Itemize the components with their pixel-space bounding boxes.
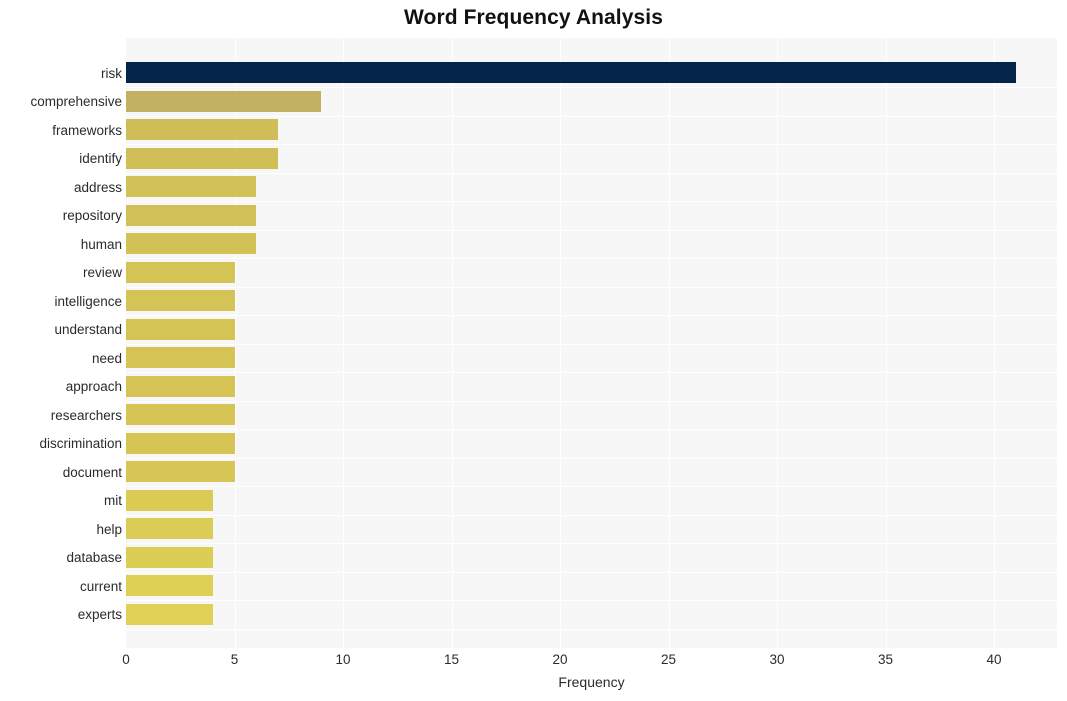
bar-repository[interactable] — [126, 205, 256, 226]
y-axis-label-researchers: researchers — [50, 408, 122, 423]
y-axis-label-human: human — [80, 237, 122, 252]
y-axis-label-need: need — [91, 351, 122, 366]
bar-need[interactable] — [126, 347, 235, 368]
x-tick-label-35: 35 — [878, 652, 894, 667]
bar-review[interactable] — [126, 262, 235, 283]
y-axis-label-document: document — [62, 465, 122, 480]
x-tick-label-20: 20 — [552, 652, 568, 667]
bar-human[interactable] — [126, 233, 256, 254]
bar-help[interactable] — [126, 518, 213, 539]
bar-approach[interactable] — [126, 376, 235, 397]
word-frequency-bar-chart: Word Frequency Analysis risk comprehensiv… — [0, 0, 1067, 701]
bar-understand[interactable] — [126, 319, 235, 340]
gridline-x-40 — [994, 38, 996, 648]
gridline-row-separator — [126, 230, 1057, 231]
y-axis-label-risk: risk — [101, 66, 122, 81]
y-axis-label-help: help — [96, 522, 122, 537]
gridline-row-separator — [126, 543, 1057, 544]
y-axis-label-frameworks: frameworks — [52, 123, 122, 138]
y-axis-label-discrimination: discrimination — [39, 436, 122, 451]
bar-intelligence[interactable] — [126, 290, 235, 311]
gridline-row-separator — [126, 258, 1057, 259]
gridline-row-separator — [126, 629, 1057, 630]
y-axis-label-experts: experts — [77, 607, 122, 622]
chart-title: Word Frequency Analysis — [403, 6, 664, 29]
gridline-row-separator — [126, 600, 1057, 601]
bar-address[interactable] — [126, 176, 256, 197]
bar-comprehensive[interactable] — [126, 91, 321, 112]
gridline-row-separator — [126, 401, 1057, 402]
gridline-x-30 — [777, 38, 779, 648]
y-axis-label-repository: repository — [62, 208, 122, 223]
gridline-row-separator — [126, 429, 1057, 430]
y-axis-label-address: address — [73, 180, 122, 195]
gridline-x-35 — [885, 38, 887, 648]
gridline-x-20 — [560, 38, 562, 648]
x-tick-label-25: 25 — [661, 652, 677, 667]
gridline-row-separator — [126, 201, 1057, 202]
gridline-row-separator — [126, 116, 1057, 117]
bar-experts[interactable] — [126, 604, 213, 625]
bar-current[interactable] — [126, 575, 213, 596]
bar-discrimination[interactable] — [126, 433, 235, 454]
gridline-row-separator — [126, 458, 1057, 459]
y-axis-label-review: review — [82, 265, 122, 280]
gridline-x-25 — [668, 38, 670, 648]
bar-document[interactable] — [126, 461, 235, 482]
gridline-row-separator — [126, 144, 1057, 145]
bar-database[interactable] — [126, 547, 213, 568]
gridline-row-separator — [126, 515, 1057, 516]
gridline-row-separator — [126, 486, 1057, 487]
gridline-row-separator — [126, 173, 1057, 174]
gridline-x-10 — [343, 38, 345, 648]
x-tick-label-30: 30 — [769, 652, 785, 667]
x-tick-label-40: 40 — [986, 652, 1002, 667]
x-axis-tick-labels: 0 5 10 15 20 25 30 35 40 — [122, 652, 1057, 674]
x-tick-label-15: 15 — [444, 652, 460, 667]
bar-researchers[interactable] — [126, 404, 235, 425]
y-axis-label-intelligence: intelligence — [54, 294, 122, 309]
y-axis-category-labels: risk comprehensive frameworks identify addre… — [0, 38, 122, 648]
x-axis-title: Frequency — [558, 674, 625, 690]
gridline-row-separator — [126, 287, 1057, 288]
plot-area — [126, 38, 1057, 648]
gridline-row-separator — [126, 572, 1057, 573]
bar-risk[interactable] — [126, 62, 1016, 83]
bar-mit[interactable] — [126, 490, 213, 511]
gridline-row-separator — [126, 344, 1057, 345]
bar-identify[interactable] — [126, 148, 278, 169]
y-axis-label-identify: identify — [79, 151, 122, 166]
y-axis-label-understand: understand — [54, 322, 122, 337]
x-tick-label-10: 10 — [335, 652, 351, 667]
y-axis-label-database: database — [66, 550, 122, 565]
gridline-row-separator — [126, 372, 1057, 373]
y-axis-label-comprehensive: comprehensive — [30, 94, 122, 109]
y-axis-label-approach: approach — [65, 379, 122, 394]
gridline-row-separator — [126, 87, 1057, 88]
x-tick-label-0: 0 — [122, 652, 130, 667]
y-axis-label-current: current — [79, 579, 122, 594]
y-axis-label-mit: mit — [104, 493, 122, 508]
gridline-x-15 — [451, 38, 453, 648]
gridline-row-separator — [126, 315, 1057, 316]
bar-frameworks[interactable] — [126, 119, 278, 140]
x-tick-label-5: 5 — [230, 652, 239, 667]
